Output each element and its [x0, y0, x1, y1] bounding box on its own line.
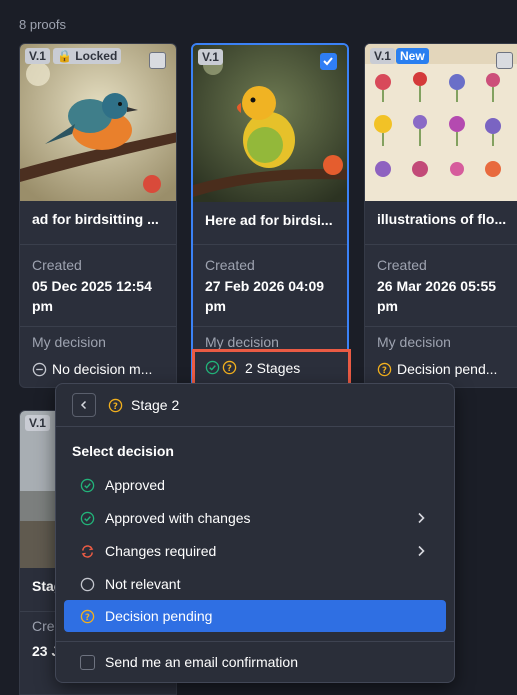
new-badge: New	[396, 48, 429, 64]
option-approved-with-changes[interactable]: Approved with changes	[64, 502, 446, 534]
select-checkbox[interactable]	[496, 52, 513, 69]
chevron-right-icon	[418, 512, 425, 524]
checkbox[interactable]	[80, 654, 95, 670]
empty-circle-icon	[80, 577, 95, 591]
decision-label: My decision	[377, 334, 451, 350]
svg-text:?: ?	[85, 611, 90, 621]
question-circle-icon: ?	[222, 360, 237, 375]
stage-title: Stage 2	[131, 397, 180, 413]
created-label: Cre	[32, 618, 55, 634]
no-decision-icon	[32, 362, 47, 376]
check-circle-icon	[80, 511, 95, 525]
card-title: illustrations of flo...	[377, 211, 507, 227]
created-date: 26 Mar 2026 05:55 pm	[377, 278, 497, 314]
divider	[365, 326, 517, 327]
option-changes-required[interactable]: Changes required	[64, 535, 446, 567]
divider	[193, 244, 347, 245]
select-checkbox[interactable]	[320, 53, 337, 70]
decision-status[interactable]: No decision m...	[32, 361, 168, 377]
divider	[20, 326, 176, 327]
pending-icon: ?	[377, 362, 392, 376]
divider	[56, 641, 454, 642]
proof-card-1[interactable]: V.1 🔒 Locked ad for birdsitting ... Crea…	[19, 43, 177, 388]
created-date: 05 Dec 2025 12:54 pm	[32, 278, 152, 314]
option-not-relevant[interactable]: Not relevant	[64, 568, 446, 600]
version-badge: V.1	[370, 48, 395, 64]
card-title: Here ad for birdsi...	[205, 212, 333, 228]
version-badge: V.1	[198, 49, 223, 65]
email-confirmation-checkbox[interactable]: Send me an email confirmation	[80, 654, 298, 670]
option-approved[interactable]: Approved	[64, 469, 446, 501]
created-label: Created	[32, 257, 82, 273]
locked-badge: 🔒 Locked	[53, 48, 122, 64]
proof-count: 8 proofs	[19, 17, 66, 32]
select-checkbox[interactable]	[149, 52, 166, 69]
divider	[193, 326, 347, 327]
chevron-right-icon	[418, 545, 425, 557]
divider	[365, 244, 517, 245]
decision-label: My decision	[32, 334, 106, 350]
checkmark-icon	[323, 57, 333, 66]
decision-popover: ? Stage 2 Select decision Approved Appro…	[55, 383, 455, 683]
decision-label: My decision	[205, 334, 279, 350]
stages-dropdown-trigger[interactable]: ? 2 Stages	[192, 349, 351, 386]
question-circle-icon: ?	[108, 398, 123, 412]
back-button[interactable]	[72, 393, 96, 417]
decision-status[interactable]: ? Decision pend...	[377, 361, 515, 377]
created-label: Created	[205, 257, 255, 273]
thumbnail-flowers	[365, 44, 517, 201]
version-badge: V.1	[25, 415, 50, 431]
svg-text:?: ?	[227, 363, 232, 373]
check-circle-icon	[205, 360, 220, 375]
popover-header: ? Stage 2	[56, 384, 454, 426]
stages-label: 2 Stages	[245, 359, 301, 376]
section-title: Select decision	[72, 443, 174, 459]
proof-card-3[interactable]: V.1 New illustrations of flo... Created …	[364, 43, 517, 388]
version-badge: V.1	[25, 48, 50, 64]
proof-card-2[interactable]: V.1 Here ad for birdsi... Created 27 Feb…	[191, 43, 349, 388]
question-circle-icon: ?	[80, 609, 95, 623]
svg-text:?: ?	[113, 400, 118, 410]
divider	[20, 244, 176, 245]
changes-icon	[81, 544, 94, 558]
divider	[56, 426, 454, 427]
created-date: 27 Feb 2026 04:09 pm	[205, 278, 325, 314]
created-label: Created	[377, 257, 427, 273]
chevron-left-icon	[80, 400, 87, 410]
card-title: ad for birdsitting ...	[32, 211, 159, 227]
svg-text:?: ?	[382, 364, 387, 374]
option-decision-pending[interactable]: ? Decision pending	[64, 600, 446, 632]
check-circle-icon	[80, 478, 95, 492]
